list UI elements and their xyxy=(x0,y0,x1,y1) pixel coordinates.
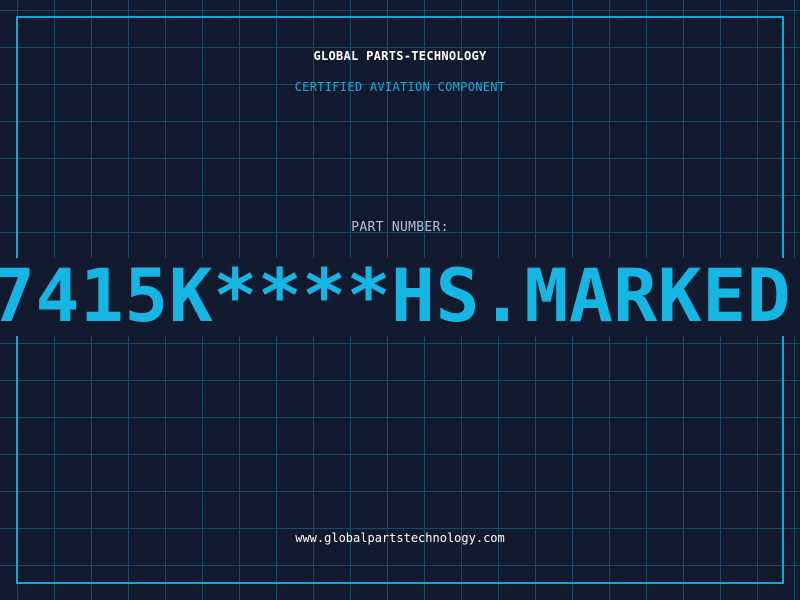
part-number-value: 7415K****HS.MARKED xyxy=(0,258,792,336)
part-number-label: PART NUMBER: xyxy=(351,220,449,235)
website-url: www.globalpartstechnology.com xyxy=(295,531,505,545)
part-number-band: 7415K****HS.MARKED xyxy=(0,258,800,336)
certification-subtitle: CERTIFIED AVIATION COMPONENT xyxy=(294,80,506,94)
company-name: GLOBAL PARTS-TECHNOLOGY xyxy=(313,49,487,63)
part-label-card: GLOBAL PARTS-TECHNOLOGY CERTIFIED AVIATI… xyxy=(0,0,800,600)
